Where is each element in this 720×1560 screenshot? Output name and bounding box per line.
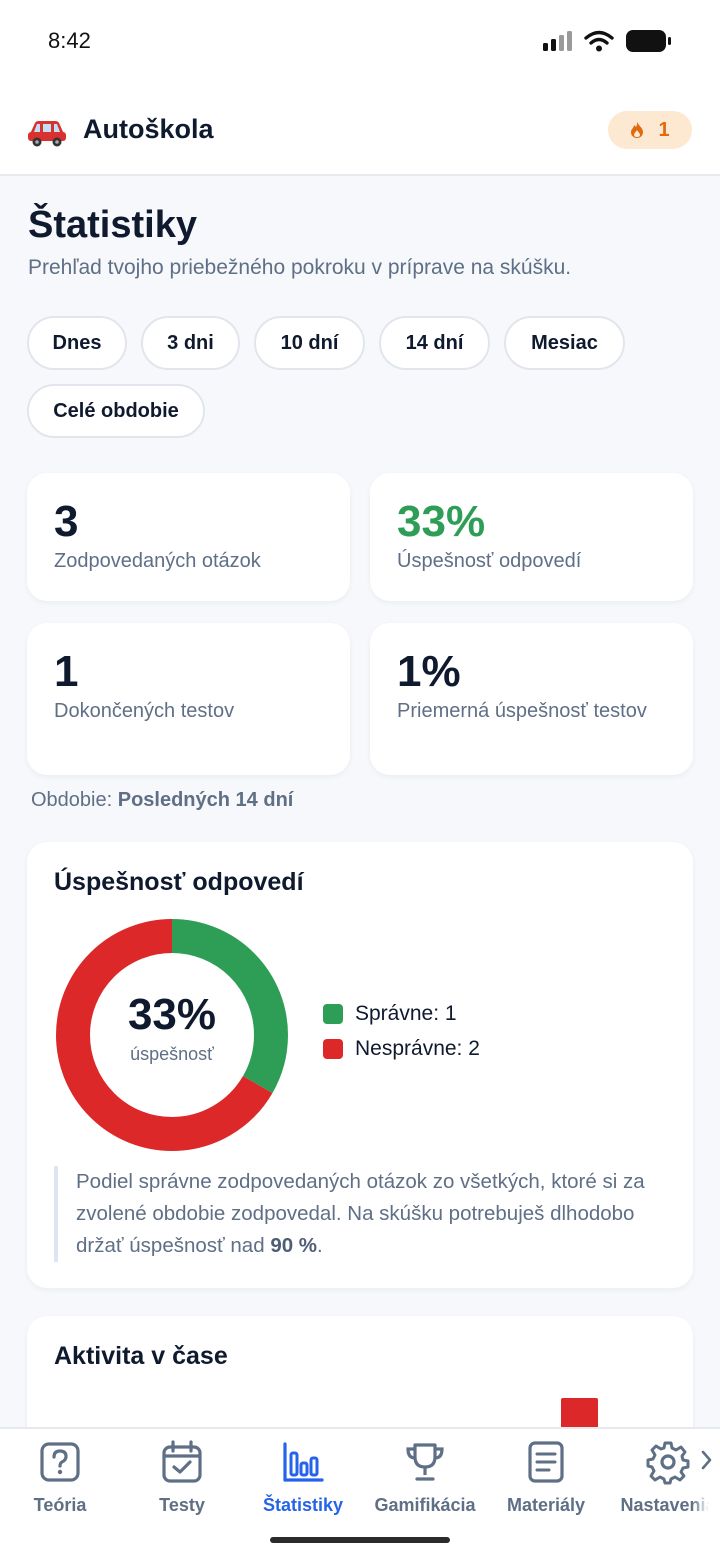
period-prefix: Obdobie: <box>31 789 113 811</box>
nav-label: Testy <box>159 1495 205 1515</box>
legend-incorrect: Nesprávne: 2 <box>323 1037 480 1061</box>
nav-item-theory[interactable]: Teória <box>0 1439 120 1516</box>
success-rate-title: Úspešnosť odpovedí <box>54 868 304 896</box>
success-rate-note: Podiel správne zodpovedaných otázok zo v… <box>54 1166 664 1262</box>
trophy-icon <box>406 1443 444 1481</box>
note-end: . <box>317 1234 323 1257</box>
wifi-icon <box>584 30 614 52</box>
signal-icon <box>543 31 572 51</box>
page-subtitle: Prehľad tvojho priebežného pokroku v prí… <box>28 256 572 279</box>
filter-chip-today[interactable]: Dnes <box>27 316 127 370</box>
app-title: Autoškola <box>83 114 214 144</box>
stat-value: 33% <box>397 497 486 546</box>
status-bar: 8:42 <box>0 0 720 90</box>
period-value: Posledných 14 dní <box>117 789 294 811</box>
legend-correct: Správne: 1 <box>323 1002 457 1026</box>
document-icon <box>528 1441 564 1483</box>
calendar-check-icon <box>162 1440 202 1483</box>
stat-label: Úspešnosť odpovedí <box>397 550 582 572</box>
note-threshold: 90 % <box>270 1234 318 1257</box>
chevron-right-icon[interactable] <box>700 1449 714 1471</box>
filter-chip-14-days[interactable]: 14 dní <box>379 316 490 370</box>
stat-card-answered: 3 Zodpovedaných otázok <box>27 473 350 601</box>
home-indicator <box>270 1537 450 1543</box>
activity-title: Aktivita v čase <box>54 1342 228 1370</box>
legend-label: Nesprávne: 2 <box>355 1037 480 1060</box>
filter-chip-month[interactable]: Mesiac <box>504 316 625 370</box>
stat-label: Priemerná úspešnosť testov <box>397 700 647 722</box>
nav-item-gamification[interactable]: Gamifikácia <box>365 1439 485 1516</box>
bar-chart-icon <box>283 1442 324 1482</box>
donut-chart: 33% úspešnosť <box>55 918 289 1152</box>
streak-badge[interactable]: 1 <box>608 111 692 149</box>
status-time: 8:42 <box>48 28 91 53</box>
page-title: Štatistiky <box>28 204 197 246</box>
question-icon <box>40 1442 80 1482</box>
legend-label: Správne: 1 <box>355 1002 457 1025</box>
filter-chip-10-days[interactable]: 10 dní <box>254 316 365 370</box>
legend-swatch-incorrect <box>323 1039 343 1059</box>
success-rate-card: Úspešnosť odpovedí 33% úspešnosť Správne… <box>27 842 693 1288</box>
gear-icon <box>646 1441 690 1485</box>
nav-label: Gamifikácia <box>374 1495 476 1515</box>
streak-count: 1 <box>658 118 670 141</box>
stat-value: 1 <box>54 647 79 696</box>
filter-chip-3-days[interactable]: 3 dni <box>141 316 240 370</box>
battery-icon <box>626 30 671 52</box>
stat-label: Dokončených testov <box>54 700 235 722</box>
stat-card-completed-tests: 1 Dokončených testov <box>27 623 350 775</box>
nav-label: Teória <box>33 1495 87 1515</box>
nav-item-materials[interactable]: Materiály <box>486 1439 606 1516</box>
note-text: Podiel správne zodpovedaných otázok zo v… <box>76 1170 645 1257</box>
car-icon <box>28 121 66 147</box>
stat-card-success-rate: 33% Úspešnosť odpovedí <box>370 473 693 601</box>
nav-item-statistics[interactable]: Štatistiky <box>243 1439 363 1516</box>
legend-swatch-correct <box>323 1004 343 1024</box>
flame-icon <box>631 122 644 138</box>
app-header: Autoškola 1 <box>0 90 720 176</box>
filter-chip-all-time[interactable]: Celé obdobie <box>27 384 205 438</box>
donut-center-value: 33% <box>127 990 217 1039</box>
stat-card-average-test-score: 1% Priemerná úspešnosť testov <box>370 623 693 775</box>
nav-item-tests[interactable]: Testy <box>122 1439 242 1516</box>
stat-value: 3 <box>54 497 79 546</box>
donut-center-label: úspešnosť <box>130 1044 214 1064</box>
stat-label: Zodpovedaných otázok <box>54 550 261 572</box>
stat-value: 1% <box>397 647 461 696</box>
nav-label: Štatistiky <box>262 1495 344 1515</box>
period-info: Obdobie: Posledných 14 dní <box>31 789 293 812</box>
nav-label: Materiály <box>506 1495 586 1515</box>
